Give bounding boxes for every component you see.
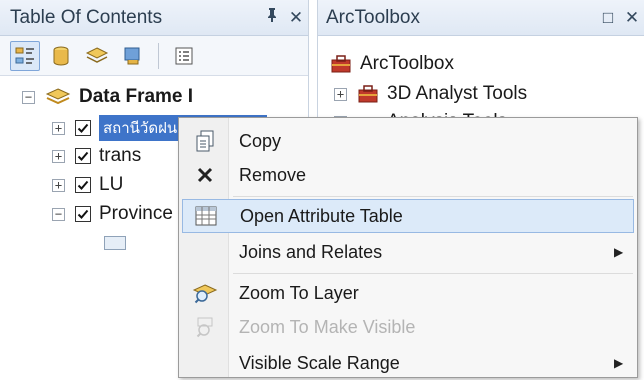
- toolbox-label: 3D Analyst Tools: [387, 83, 528, 104]
- options-list-icon: [175, 47, 193, 64]
- checkmark-icon: [77, 151, 89, 161]
- expand-icon[interactable]: +: [334, 87, 347, 101]
- menu-item-label: Joins and Relates: [239, 241, 383, 262]
- menu-item-label: Visible Scale Range: [239, 352, 400, 373]
- submenu-arrow-icon: ▶: [614, 356, 624, 370]
- table-icon: [195, 206, 217, 226]
- toolbox-icon: [358, 85, 378, 103]
- layer-row[interactable]: − Province: [52, 200, 173, 228]
- arctoolbox-root-label: ArcToolbox: [360, 53, 454, 74]
- province-symbol-swatch[interactable]: [104, 236, 126, 250]
- menu-item-copy[interactable]: Copy: [182, 124, 634, 158]
- zoom-to-layer-icon: [192, 284, 218, 304]
- checkmark-icon: [77, 123, 89, 133]
- arctoolbox-title: ArcToolbox: [326, 6, 420, 28]
- data-frame-label: Data Frame I: [79, 86, 194, 107]
- options-button[interactable]: [169, 41, 199, 71]
- layer-row[interactable]: + trans: [52, 142, 141, 170]
- toc-title: Table Of Contents: [10, 6, 163, 28]
- list-by-drawing-order-button[interactable]: [10, 40, 40, 71]
- collapse-icon[interactable]: −: [52, 207, 65, 221]
- list-by-visibility-button[interactable]: [82, 41, 112, 71]
- arctoolbox-root-row[interactable]: ArcToolbox: [330, 50, 454, 78]
- expand-icon[interactable]: +: [52, 149, 65, 163]
- menu-item-label: Remove: [239, 164, 307, 185]
- menu-item-remove[interactable]: Remove: [182, 158, 634, 192]
- list-by-selection-button[interactable]: [118, 41, 148, 71]
- layer-visibility-checkbox[interactable]: [75, 177, 91, 193]
- toolbox-row[interactable]: + 3D Analyst Tools: [334, 80, 527, 108]
- toc-close-icon[interactable]: ✕: [284, 8, 308, 28]
- menu-item-joins-and-relates[interactable]: Joins and Relates ▶: [182, 235, 634, 269]
- layer-visibility-checkbox[interactable]: [75, 206, 91, 222]
- database-icon: [53, 46, 69, 66]
- menu-item-label: Copy: [239, 130, 282, 151]
- data-frame-row[interactable]: − Data Frame I: [22, 83, 193, 111]
- menu-item-label: Open Attribute Table: [240, 205, 403, 226]
- zoom-visible-icon: [196, 317, 213, 338]
- toc-toolbar: [0, 36, 308, 76]
- copy-icon: [196, 130, 214, 152]
- arctoolbox-title-bar: ArcToolbox □ ✕: [318, 0, 644, 36]
- menu-item-label: Zoom To Make Visible: [239, 316, 416, 337]
- toolbox-icon: [331, 55, 351, 73]
- menu-item-visible-scale-range[interactable]: Visible Scale Range ▶: [182, 346, 634, 380]
- layer-row[interactable]: + LU: [52, 171, 123, 199]
- pin-icon[interactable]: [260, 7, 284, 28]
- expand-icon[interactable]: +: [52, 121, 65, 135]
- selection-layer-icon: [124, 47, 140, 64]
- layer-visibility-checkbox[interactable]: [75, 120, 91, 136]
- menu-item-zoom-to-make-visible: Zoom To Make Visible: [182, 310, 634, 344]
- layer-label[interactable]: Province: [99, 203, 173, 225]
- remove-icon: [197, 167, 213, 183]
- submenu-arrow-icon: ▶: [614, 245, 624, 259]
- menu-item-open-attribute-table[interactable]: Open Attribute Table: [182, 199, 634, 233]
- layer-visibility-checkbox[interactable]: [75, 148, 91, 164]
- list-by-drawing-order-icon: [15, 47, 34, 64]
- toc-title-bar: Table Of Contents ✕: [0, 0, 308, 36]
- collapse-icon[interactable]: −: [22, 90, 35, 104]
- menu-item-label: Zoom To Layer: [239, 282, 359, 303]
- data-frame-icon: [45, 88, 71, 105]
- checkmark-icon: [77, 180, 89, 190]
- toolbar-separator: [158, 42, 159, 69]
- layer-label[interactable]: trans: [99, 145, 141, 167]
- restore-icon[interactable]: □: [596, 8, 620, 28]
- layer-label[interactable]: LU: [99, 174, 123, 196]
- list-by-source-button[interactable]: [46, 41, 76, 71]
- layers-icon: [85, 46, 109, 63]
- menu-separator: [233, 273, 633, 274]
- expand-icon[interactable]: +: [52, 178, 65, 192]
- menu-item-zoom-to-layer[interactable]: Zoom To Layer: [182, 276, 634, 310]
- menu-separator: [233, 196, 633, 197]
- layer-context-menu: Copy Remove Open Attribute Table Joins a…: [178, 117, 638, 378]
- checkmark-icon: [77, 209, 89, 219]
- arctoolbox-close-icon[interactable]: ✕: [620, 8, 644, 28]
